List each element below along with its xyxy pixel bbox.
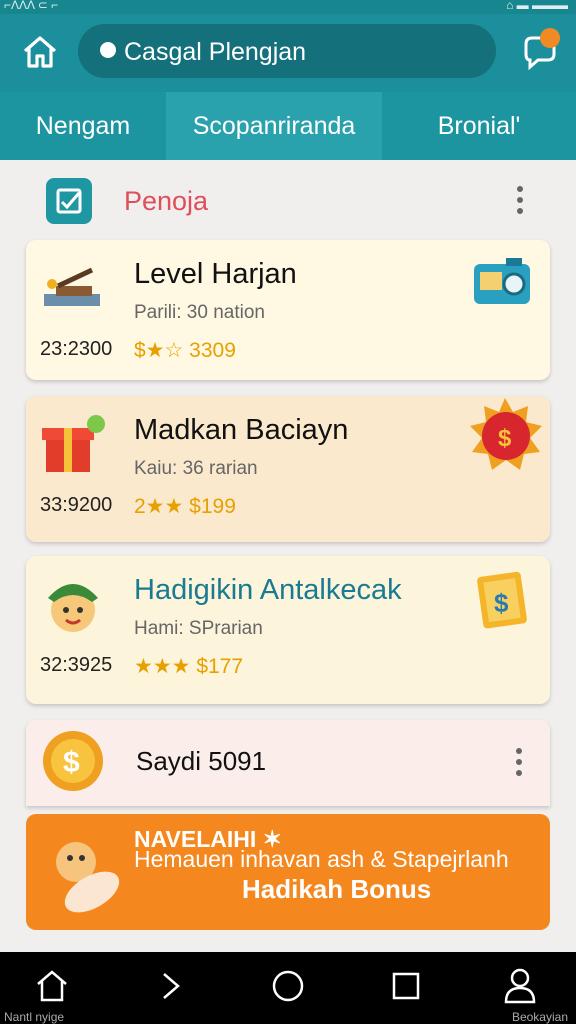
tab-scopanriranda[interactable]: Scopanriranda bbox=[166, 92, 382, 160]
home-button[interactable] bbox=[20, 32, 60, 72]
tab-bar: Nengam Scopanriranda Bronial' bbox=[0, 92, 576, 160]
status-left: ⌐ΛΛΛ ⊂ ⌐ bbox=[4, 0, 59, 12]
nav-profile[interactable] bbox=[496, 964, 544, 1008]
card-price: $★☆ 3309 bbox=[134, 339, 236, 362]
card-price: 2★★ $199 bbox=[134, 495, 236, 518]
status-right: ⌂ ▬ ▬▬▬ bbox=[506, 0, 568, 12]
game-card[interactable]: $ Saydi 5091 bbox=[26, 720, 550, 806]
nav-left-label: Nantl nyige bbox=[4, 1010, 65, 1024]
search-text: Casgal Plengjan bbox=[124, 38, 307, 66]
section-title: Penoja bbox=[124, 186, 209, 216]
card-price: ★★★ $177 bbox=[134, 655, 244, 678]
square-icon bbox=[392, 972, 420, 1000]
gift-box-icon bbox=[40, 412, 106, 478]
tab-bronial[interactable]: Bronial' bbox=[382, 92, 576, 160]
card-subtitle: Parili: 30 nation bbox=[134, 302, 265, 323]
card-title: Saydi 5091 bbox=[136, 746, 267, 776]
mascot-icon bbox=[42, 832, 130, 916]
circle-icon bbox=[272, 970, 304, 1002]
svg-text:$: $ bbox=[63, 746, 80, 779]
checkbox-icon bbox=[46, 178, 92, 224]
card-title: Hadigikin Antalkecak bbox=[134, 574, 402, 606]
home-icon bbox=[23, 36, 57, 68]
card-menu-icon[interactable] bbox=[514, 748, 524, 778]
card-meta: 32:3925 bbox=[40, 654, 113, 676]
card-subtitle: Hami: SPrarian bbox=[134, 618, 263, 639]
person-icon bbox=[504, 968, 536, 1004]
svg-text:$: $ bbox=[494, 588, 509, 618]
money-book-icon: $ bbox=[470, 566, 536, 632]
chat-button[interactable] bbox=[520, 28, 560, 72]
coin-icon: $ bbox=[40, 728, 106, 794]
game-card[interactable]: Madkan Baciayn Kaiu: 36 rarian 33:9200 2… bbox=[26, 396, 550, 542]
promo-cta: Hadikah Bonus bbox=[242, 874, 432, 904]
search-bar[interactable]: Casgal Plengjan bbox=[78, 24, 496, 78]
nav-circle[interactable] bbox=[264, 964, 312, 1008]
search-dot-icon bbox=[100, 42, 116, 58]
promo-banner[interactable]: NAVELAIHI ✶ Hemauen inhavan ash & Stapej… bbox=[26, 814, 550, 930]
card-title: Madkan Baciayn bbox=[134, 414, 349, 446]
nav-home[interactable] bbox=[28, 964, 76, 1008]
nav-recents[interactable] bbox=[382, 964, 430, 1008]
camera-icon bbox=[470, 250, 536, 316]
card-meta: 23:2300 bbox=[40, 338, 113, 360]
svg-text:$: $ bbox=[498, 425, 512, 452]
tab-nengam[interactable]: Nengam bbox=[0, 92, 166, 160]
nav-right-label: Beokayian bbox=[511, 1010, 568, 1024]
card-meta: 33:9200 bbox=[40, 494, 113, 516]
section-header: Penoja bbox=[0, 170, 576, 232]
bottom-navigation: Nantl nyige Beokayian bbox=[0, 952, 576, 1024]
app-header: Casgal Plengjan bbox=[0, 14, 576, 92]
notification-badge bbox=[540, 28, 560, 48]
nav-forward[interactable] bbox=[146, 964, 194, 1008]
character-avatar-icon bbox=[40, 572, 106, 638]
game-card[interactable]: Hadigikin Antalkecak Hami: SPrarian 32:3… bbox=[26, 556, 550, 704]
card-title: Level Harjan bbox=[134, 258, 297, 290]
status-bar: ⌐ΛΛΛ ⊂ ⌐ ⌂ ▬ ▬▬▬ bbox=[0, 0, 576, 14]
section-menu-icon[interactable] bbox=[515, 186, 525, 216]
home-icon bbox=[37, 970, 67, 1002]
sawmill-icon bbox=[40, 256, 106, 322]
sale-badge-icon: $ bbox=[460, 396, 550, 476]
promo-subtext: Hemauen inhavan ash & Stapejrlanh bbox=[134, 846, 509, 872]
card-subtitle: Kaiu: 36 rarian bbox=[134, 458, 258, 479]
chevron-right-icon bbox=[163, 973, 180, 999]
game-card[interactable]: Level Harjan Parili: 30 nation 23:2300 $… bbox=[26, 240, 550, 380]
